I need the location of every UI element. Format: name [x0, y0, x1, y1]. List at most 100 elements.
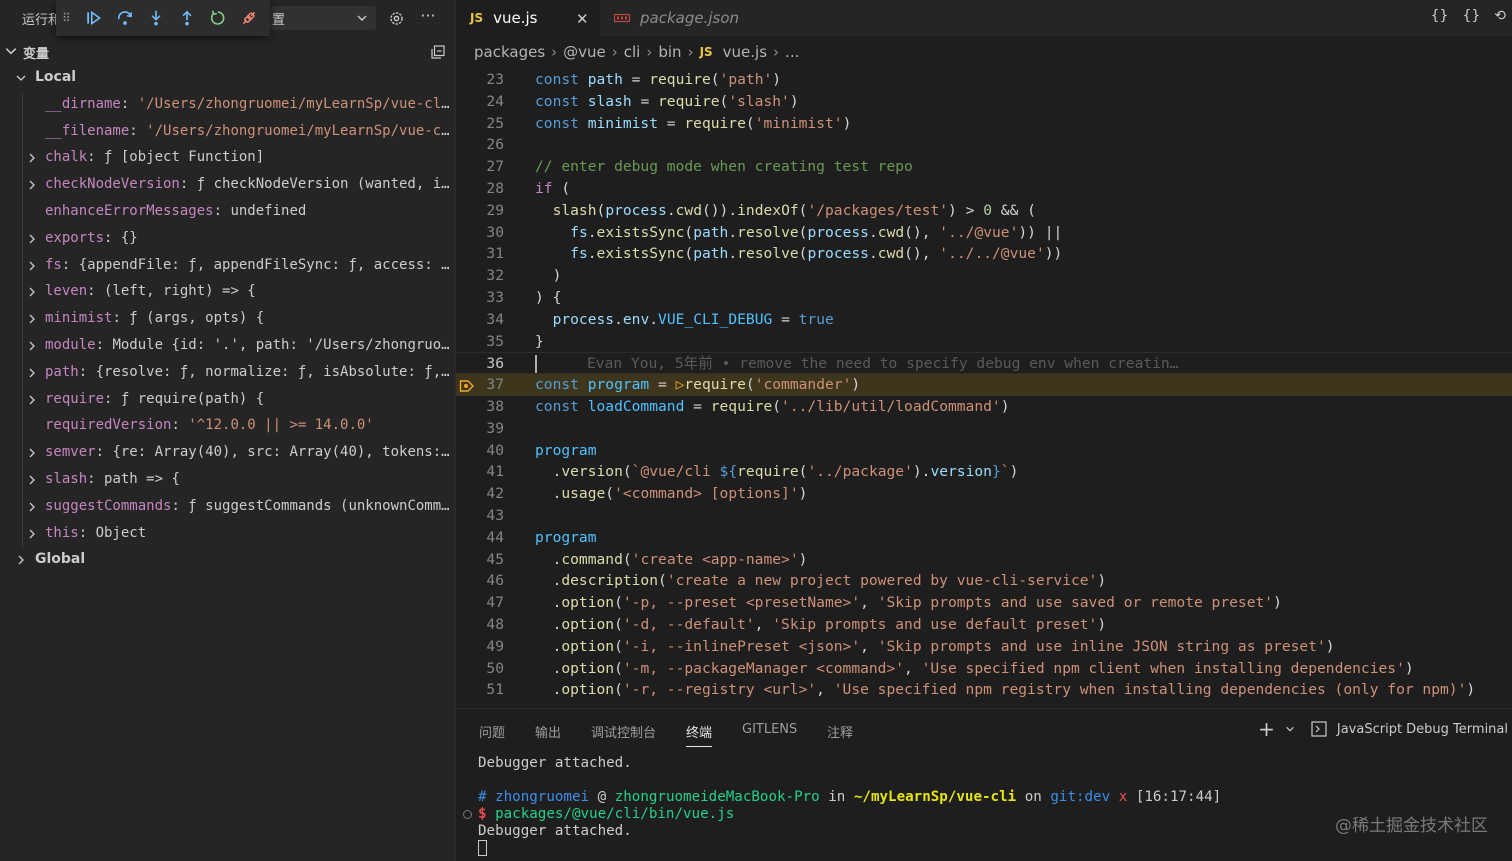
more-actions-icon[interactable]: ···: [418, 8, 438, 28]
breadcrumb-item[interactable]: packages: [474, 43, 545, 61]
code-line[interactable]: 29 slash(process.cwd()).indexOf('/packag…: [456, 200, 1512, 222]
step-out-icon[interactable]: [177, 9, 196, 28]
chevron-right-icon[interactable]: [26, 179, 38, 195]
code-line[interactable]: 33) {: [456, 287, 1512, 309]
collapse-all-icon[interactable]: [430, 44, 446, 60]
chevron-right-icon[interactable]: [26, 528, 38, 544]
tab-terminal[interactable]: 终端: [686, 722, 713, 747]
variable-row[interactable]: __filename: '/Users/zhongruomei/myLearnS…: [0, 119, 456, 146]
continue-icon[interactable]: [84, 9, 103, 28]
launch-config-select[interactable]: 置: [268, 6, 376, 30]
variable-row[interactable]: this: Object: [0, 521, 456, 548]
go-back-icon[interactable]: ⟲: [1494, 8, 1506, 24]
disconnect-icon[interactable]: [239, 9, 258, 28]
code-line[interactable]: 36 Evan You, 5年前 • remove the need to spe…: [456, 352, 1512, 375]
toggle-json-icon[interactable]: {}: [1431, 8, 1449, 24]
breadcrumb-item[interactable]: @vue: [563, 43, 606, 61]
chevron-right-icon[interactable]: [26, 260, 38, 276]
code-line[interactable]: 50 .option('-m, --packageManager <comman…: [456, 658, 1512, 680]
terminal-output[interactable]: Debugger attached. # zhongruomei @ zhong…: [478, 755, 1221, 857]
tab-output[interactable]: 输出: [535, 722, 561, 741]
command-decoration-icon[interactable]: [463, 810, 472, 819]
debug-sidebar: 运行和 置 ··· ⠿ 变量 Local __dirname: '/Users/…: [0, 0, 456, 861]
code-line[interactable]: 28 if (: [456, 178, 1512, 200]
code-line[interactable]: 30 fs.existsSync(path.resolve(process.cw…: [456, 222, 1512, 244]
variable-row[interactable]: __dirname: '/Users/zhongruomei/myLearnSp…: [0, 92, 456, 119]
variable-row[interactable]: fs: {appendFile: ƒ, appendFileSync: ƒ, a…: [0, 253, 456, 280]
variable-row[interactable]: minimist: ƒ (args, opts) {: [0, 306, 456, 333]
toggle-json-icon[interactable]: {}: [1462, 8, 1480, 24]
chevron-right-icon[interactable]: [26, 367, 38, 383]
code-line[interactable]: 49 .option('-i, --inlinePreset <json>', …: [456, 636, 1512, 658]
variable-row[interactable]: enhanceErrorMessages: undefined: [0, 199, 456, 226]
code-line[interactable]: 26: [456, 134, 1512, 156]
chevron-right-icon[interactable]: [26, 233, 38, 249]
code-line[interactable]: 31 fs.existsSync(path.resolve(process.cw…: [456, 243, 1512, 265]
chevron-right-icon[interactable]: [26, 394, 38, 410]
code-line[interactable]: 44 program: [456, 527, 1512, 549]
chevron-right-icon[interactable]: [26, 447, 38, 463]
terminal-name[interactable]: JavaScript Debug Terminal: [1337, 722, 1508, 737]
chevron-right-icon[interactable]: [26, 474, 38, 490]
breadcrumb-item[interactable]: cli: [624, 43, 641, 61]
code-line[interactable]: 45 .command('create <app-name>'): [456, 549, 1512, 571]
chevron-down-icon[interactable]: [1285, 724, 1295, 734]
breadcrumb-item[interactable]: bin: [658, 43, 681, 61]
variable-row[interactable]: path: {resolve: ƒ, normalize: ƒ, isAbsol…: [0, 360, 456, 387]
scope-global[interactable]: Global: [0, 547, 456, 574]
breadcrumb-item[interactable]: ...: [785, 43, 799, 61]
new-terminal-icon[interactable]: +: [1258, 719, 1275, 739]
step-over-icon[interactable]: [115, 9, 134, 28]
gear-icon[interactable]: [386, 8, 406, 28]
code-line[interactable]: 39: [456, 418, 1512, 440]
step-into-icon[interactable]: [146, 9, 165, 28]
tab-gitlens[interactable]: GITLENS: [742, 722, 797, 737]
code-line[interactable]: 41 .version(`@vue/cli ${require('../pack…: [456, 461, 1512, 483]
variable-row[interactable]: leven: (left, right) => {: [0, 279, 456, 306]
close-icon[interactable]: ✕: [576, 10, 589, 28]
code-line[interactable]: 43: [456, 505, 1512, 527]
code-line[interactable]: 23 const path = require('path'): [456, 69, 1512, 91]
variable-row[interactable]: suggestCommands: ƒ suggestCommands (unkn…: [0, 494, 456, 521]
code-line[interactable]: 38 const loadCommand = require('../lib/ut…: [456, 396, 1512, 418]
variable-row[interactable]: checkNodeVersion: ƒ checkNodeVersion (wa…: [0, 172, 456, 199]
code-line[interactable]: 46 .description('create a new project po…: [456, 570, 1512, 592]
chevron-right-icon[interactable]: [26, 152, 38, 168]
code-line[interactable]: 34 process.env.VUE_CLI_DEBUG = true: [456, 309, 1512, 331]
code-line[interactable]: 47 .option('-p, --preset <presetName>', …: [456, 592, 1512, 614]
breadcrumb-item[interactable]: vue.js: [723, 43, 767, 61]
code-line[interactable]: 32 ): [456, 265, 1512, 287]
code-line[interactable]: 40 program: [456, 440, 1512, 462]
variable-row[interactable]: module: Module {id: '.', path: '/Users/z…: [0, 333, 456, 360]
tab-debug-console[interactable]: 调试控制台: [591, 722, 656, 741]
code-line[interactable]: 51 .option('-r, --registry <url>', 'Use …: [456, 679, 1512, 701]
chevron-right-icon[interactable]: [26, 340, 38, 356]
chevron-right-icon[interactable]: [26, 286, 38, 302]
variable-row[interactable]: exports: {}: [0, 226, 456, 253]
tab-problems[interactable]: 问题: [479, 722, 505, 741]
chevron-right-icon[interactable]: [26, 313, 38, 329]
code-editor[interactable]: 23 const path = require('path') 24 const sl…: [456, 69, 1512, 701]
variables-section-header[interactable]: 变量: [0, 40, 456, 64]
code-line[interactable]: 27 // enter debug mode when creating test…: [456, 156, 1512, 178]
code-line[interactable]: 42 .usage('<command> [options]'): [456, 483, 1512, 505]
tab-package-json[interactable]: package.json: [600, 0, 770, 36]
variable-row[interactable]: chalk: ƒ [object Function]: [0, 145, 456, 172]
drag-handle-icon[interactable]: ⠿: [62, 11, 72, 25]
variable-row[interactable]: semver: {re: Array(40), src: Array(40), …: [0, 440, 456, 467]
code-line[interactable]: 25 const minimist = require('minimist'): [456, 113, 1512, 135]
code-token: (: [614, 659, 623, 677]
variable-row[interactable]: requiredVersion: '^12.0.0 || >= 14.0.0': [0, 413, 456, 440]
chevron-right-icon: ›: [646, 43, 653, 61]
tab-vue-js[interactable]: JS vue.js ✕: [456, 0, 600, 36]
variable-row[interactable]: slash: path => {: [0, 467, 456, 494]
chevron-right-icon[interactable]: [26, 501, 38, 517]
code-line[interactable]: 35}: [456, 331, 1512, 353]
code-line[interactable]: 48 .option('-d, --default', 'Skip prompt…: [456, 614, 1512, 636]
tab-comments[interactable]: 注释: [827, 722, 853, 741]
scope-local[interactable]: Local: [0, 65, 456, 92]
code-line[interactable]: 37 const program = ▷require('commander'): [456, 374, 1512, 396]
code-line[interactable]: 24 const slash = require('slash'): [456, 91, 1512, 113]
restart-icon[interactable]: [208, 9, 227, 28]
variable-row[interactable]: require: ƒ require(path) {: [0, 387, 456, 414]
